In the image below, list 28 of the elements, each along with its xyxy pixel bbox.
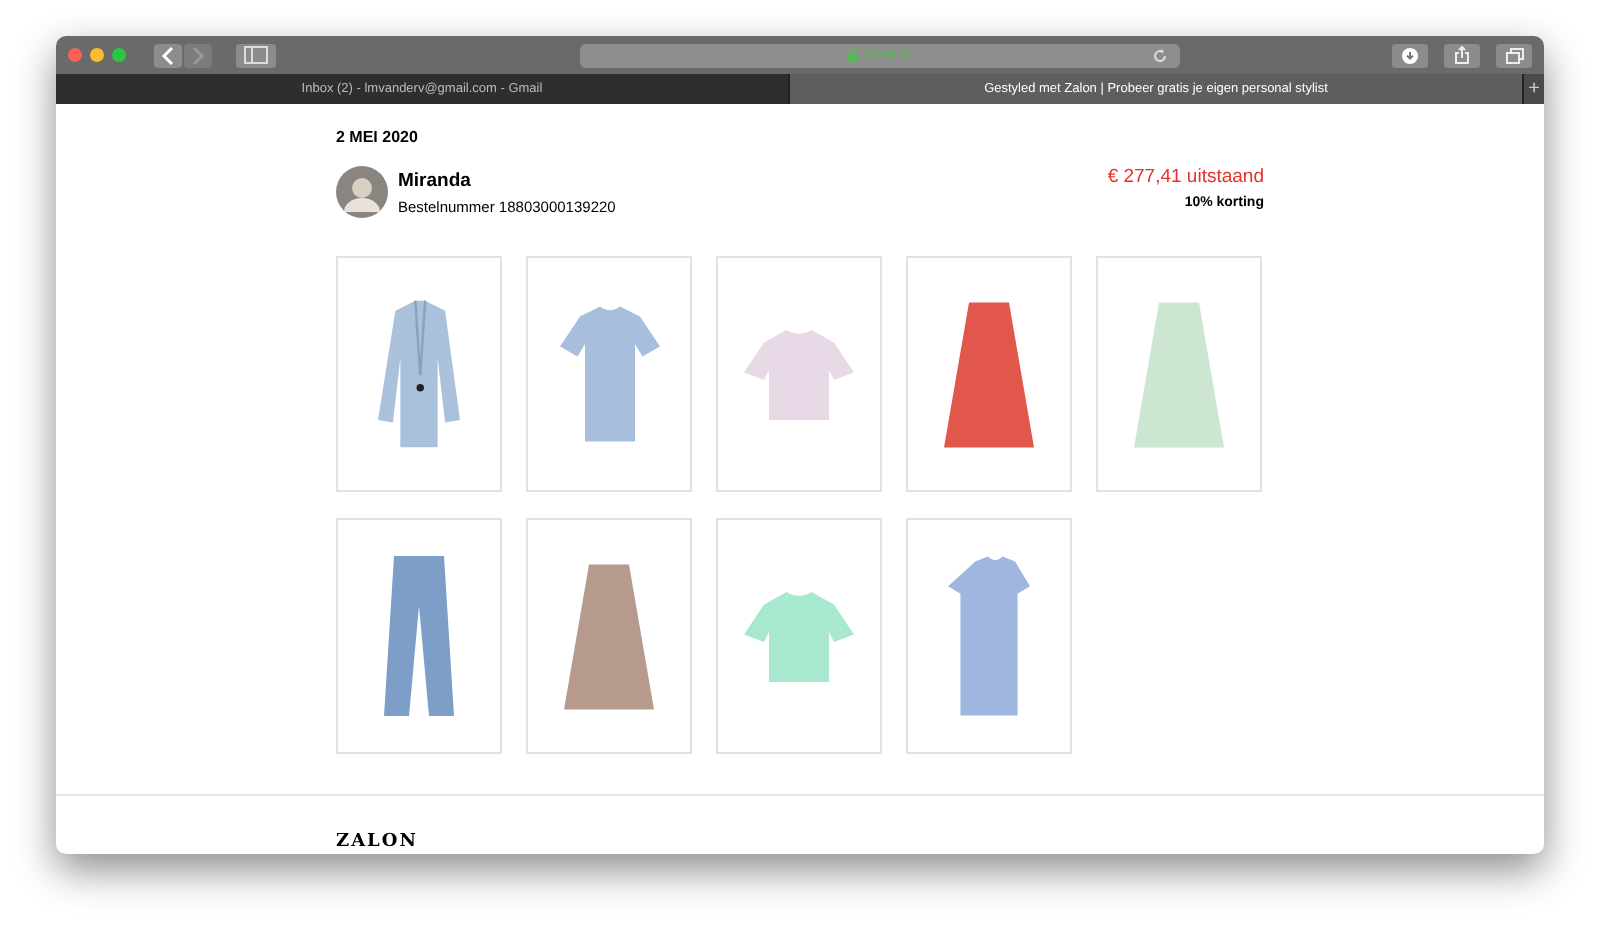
reload-icon[interactable] [1152, 47, 1168, 63]
product-card[interactable] [906, 518, 1072, 754]
product-card[interactable] [526, 518, 692, 754]
product-card[interactable] [526, 256, 692, 492]
lock-icon [848, 49, 859, 61]
product-card[interactable] [336, 518, 502, 754]
chevron-left-icon [160, 45, 176, 65]
stylist-name: Miranda [398, 169, 473, 191]
chevron-right-icon [190, 45, 206, 65]
logo[interactable]: ZALON [336, 832, 1264, 852]
order-date: 2 MEI 2020 [336, 128, 420, 146]
share-icon [1454, 46, 1470, 64]
product-card[interactable] [336, 256, 502, 492]
minimize-button[interactable] [90, 48, 104, 62]
tabs-overview-button[interactable] [1496, 43, 1532, 67]
avatar [336, 166, 388, 218]
download-icon [1402, 47, 1418, 63]
sidebar-button[interactable] [236, 43, 276, 67]
share-button[interactable] [1444, 43, 1480, 67]
download-button[interactable] [1392, 43, 1428, 67]
sidebar-icon [244, 46, 268, 64]
tabs-icon [1505, 47, 1523, 63]
product-card[interactable] [906, 256, 1072, 492]
close-button[interactable] [68, 48, 82, 62]
zoom-button[interactable] [112, 48, 126, 62]
new-tab-button[interactable]: + [1524, 74, 1544, 104]
outstanding-amount: € 277,41 uitstaand [1107, 166, 1264, 188]
back-button[interactable] [154, 43, 182, 67]
